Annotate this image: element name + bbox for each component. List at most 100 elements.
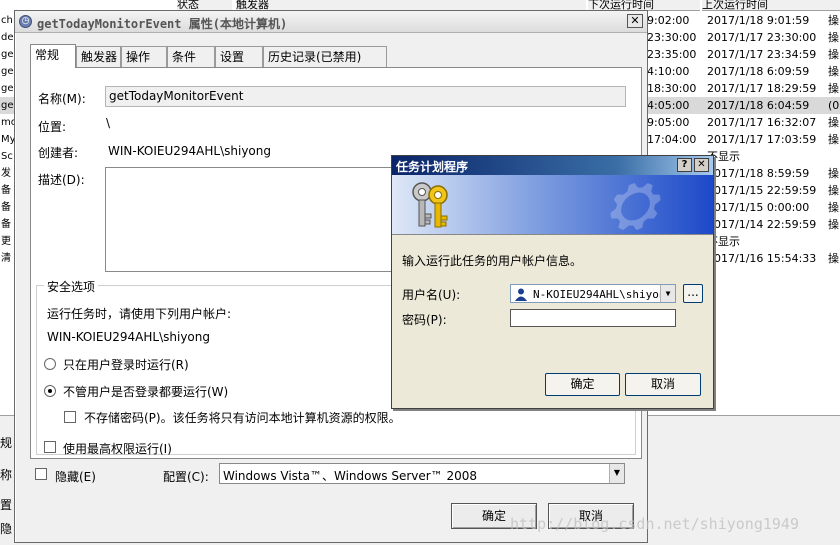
run-when-logged-on-label[interactable]: 只在用户登录时运行(R) bbox=[63, 356, 189, 373]
run-whether-logged-on-radio[interactable] bbox=[44, 385, 56, 397]
user-icon bbox=[514, 287, 528, 301]
last-run-cell: 2017/1/18 9:01:59 bbox=[707, 14, 810, 27]
last-run-cell: 2017/1/15 0:00:00 bbox=[707, 201, 810, 214]
location-label: 位置: bbox=[38, 120, 67, 134]
tab-triggers[interactable]: 触发器 bbox=[76, 46, 121, 67]
description-label: 描述(D): bbox=[38, 173, 85, 187]
close-icon[interactable]: ✕ bbox=[627, 14, 643, 28]
last-run-cell: 2017/1/17 23:34:59 bbox=[707, 48, 817, 61]
credentials-cancel-button[interactable]: 取消 bbox=[625, 373, 701, 396]
keys-icon bbox=[412, 182, 448, 228]
chevron-down-icon[interactable]: ▼ bbox=[609, 464, 624, 483]
chevron-down-icon[interactable]: ▼ bbox=[660, 285, 675, 302]
help-icon[interactable]: ? bbox=[677, 158, 692, 172]
credentials-dialog: 任务计划程序 ? ✕ ⛭ 输入运行此任务的用户帐户信息。 用户名(U): N-K… bbox=[391, 155, 714, 409]
last-run-cell: 2017/1/17 23:30:00 bbox=[707, 31, 817, 44]
security-options-title: 安全选项 bbox=[44, 278, 99, 295]
task-name-cell: de bbox=[1, 32, 14, 43]
browse-user-button[interactable]: ... bbox=[683, 284, 703, 303]
do-not-store-password-checkbox[interactable] bbox=[64, 411, 76, 423]
result-cell: 操 bbox=[828, 184, 839, 197]
credentials-banner: ⛭ bbox=[392, 175, 713, 235]
run-highest-privileges-label[interactable]: 使用最高权限运行(I) bbox=[63, 440, 172, 457]
last-run-cell: 2017/1/17 18:29:59 bbox=[707, 82, 817, 95]
task-name-cell: 备 bbox=[1, 185, 11, 196]
password-label: 密码(P): bbox=[402, 313, 447, 327]
run-whether-logged-on-label[interactable]: 不管用户是否登录都要运行(W) bbox=[63, 383, 228, 400]
last-run-cell: 2017/1/16 15:54:33 bbox=[707, 252, 817, 265]
result-cell: 操 bbox=[828, 133, 839, 146]
run-as-label: 运行任务时，请使用下列用户帐户: bbox=[47, 307, 232, 321]
tab-history[interactable]: 历史记录(已禁用) bbox=[263, 46, 387, 67]
configure-label: 配置(C): bbox=[163, 470, 209, 484]
last-run-cell: 2017/1/15 22:59:59 bbox=[707, 184, 817, 197]
task-name-cell: 备 bbox=[1, 202, 11, 213]
username-value: N-KOIEU294AHL\shiyong bbox=[533, 288, 673, 301]
credentials-prompt: 输入运行此任务的用户帐户信息。 bbox=[402, 254, 583, 268]
task-scheduler-icon: ◷ bbox=[19, 15, 32, 28]
task-name-cell: ge bbox=[1, 66, 14, 77]
author-value: WIN-KOIEU294AHL\shiyong bbox=[108, 144, 271, 158]
column-header-last-run[interactable]: 上次运行时间 bbox=[702, 0, 840, 11]
last-run-cell: 2017/1/14 22:59:59 bbox=[707, 218, 817, 231]
run-highest-privileges-checkbox[interactable] bbox=[44, 441, 56, 453]
last-run-cell: 2017/1/18 6:04:59 bbox=[707, 99, 810, 112]
tab-general[interactable]: 常规 bbox=[30, 44, 76, 68]
last-run-cell: 2017/1/18 6:09:59 bbox=[707, 65, 810, 78]
last-run-cell: 2017/1/18 8:59:59 bbox=[707, 167, 810, 180]
result-cell: 操 bbox=[828, 65, 839, 78]
result-cell: 操 bbox=[828, 201, 839, 214]
configure-for-dropdown[interactable]: Windows Vista™、Windows Server™ 2008 ▼ bbox=[219, 463, 625, 484]
task-name-cell: 备 bbox=[1, 219, 11, 230]
result-cell: 操 bbox=[828, 82, 839, 95]
close-icon[interactable]: ✕ bbox=[694, 158, 709, 172]
banner-decoration: ⛭ bbox=[607, 175, 655, 235]
task-name-cell: ge bbox=[1, 49, 14, 60]
hidden-label[interactable]: 隐藏(E) bbox=[55, 468, 96, 485]
credentials-title: 任务计划程序 bbox=[396, 160, 469, 174]
next-run-cell: 4:05:00 bbox=[647, 99, 690, 112]
watermark-text: http://blog.csdn.net/shiyong1949 bbox=[510, 515, 799, 533]
result-cell: 操 bbox=[828, 167, 839, 180]
run-as-user: WIN-KOIEU294AHL\shiyong bbox=[47, 330, 210, 344]
location-value: \ bbox=[106, 116, 111, 130]
credentials-title-bar[interactable]: 任务计划程序 ? ✕ bbox=[392, 156, 713, 175]
properties-title: getTodayMonitorEvent 属性(本地计算机) bbox=[37, 17, 288, 31]
username-combo[interactable]: N-KOIEU294AHL\shiyong ▼ bbox=[510, 284, 676, 303]
task-name-cell: ge bbox=[1, 100, 14, 111]
detail-label: 称 bbox=[0, 468, 13, 482]
task-name-cell: ge bbox=[1, 83, 14, 94]
result-cell: (0 bbox=[828, 99, 840, 112]
username-label: 用户名(U): bbox=[402, 288, 461, 302]
detail-label: 隐 bbox=[0, 522, 13, 536]
result-cell: 操 bbox=[828, 14, 839, 27]
tab-settings[interactable]: 设置 bbox=[215, 46, 263, 67]
name-label: 名称(M): bbox=[38, 92, 86, 106]
next-run-cell: 9:05:00 bbox=[647, 116, 690, 129]
configure-for-value: Windows Vista™、Windows Server™ 2008 bbox=[223, 469, 478, 483]
next-run-cell: 23:30:00 bbox=[647, 31, 697, 44]
hidden-checkbox[interactable] bbox=[35, 468, 47, 480]
next-run-cell: 17:04:00 bbox=[647, 133, 697, 146]
credentials-ok-button[interactable]: 确定 bbox=[545, 373, 620, 396]
run-when-logged-on-radio[interactable] bbox=[44, 358, 56, 370]
properties-title-bar[interactable]: ◷ getTodayMonitorEvent 属性(本地计算机) ✕ bbox=[15, 11, 647, 33]
next-run-cell: 18:30:00 bbox=[647, 82, 697, 95]
task-name-cell: ch bbox=[1, 15, 13, 26]
result-cell: 操 bbox=[828, 252, 839, 265]
password-field[interactable] bbox=[510, 309, 676, 327]
task-name-field[interactable]: getTodayMonitorEvent bbox=[105, 86, 626, 107]
detail-label: 置 bbox=[0, 498, 13, 512]
task-name-cell: 更 bbox=[1, 236, 11, 247]
tab-conditions[interactable]: 条件 bbox=[167, 46, 215, 67]
result-cell: 操 bbox=[828, 218, 839, 231]
last-run-cell: 2017/1/17 17:03:59 bbox=[707, 133, 817, 146]
author-label: 创建者: bbox=[38, 146, 79, 160]
tab-actions[interactable]: 操作 bbox=[121, 46, 167, 67]
do-not-store-password-label[interactable]: 不存储密码(P)。该任务将只有访问本地计算机资源的权限。 bbox=[84, 409, 401, 426]
last-run-cell: 2017/1/17 16:32:07 bbox=[707, 116, 817, 129]
detail-label: 规 bbox=[0, 436, 13, 450]
task-name-cell: Sc bbox=[1, 151, 13, 162]
task-name-cell: 发 bbox=[1, 168, 11, 179]
next-run-cell: 23:35:00 bbox=[647, 48, 697, 61]
